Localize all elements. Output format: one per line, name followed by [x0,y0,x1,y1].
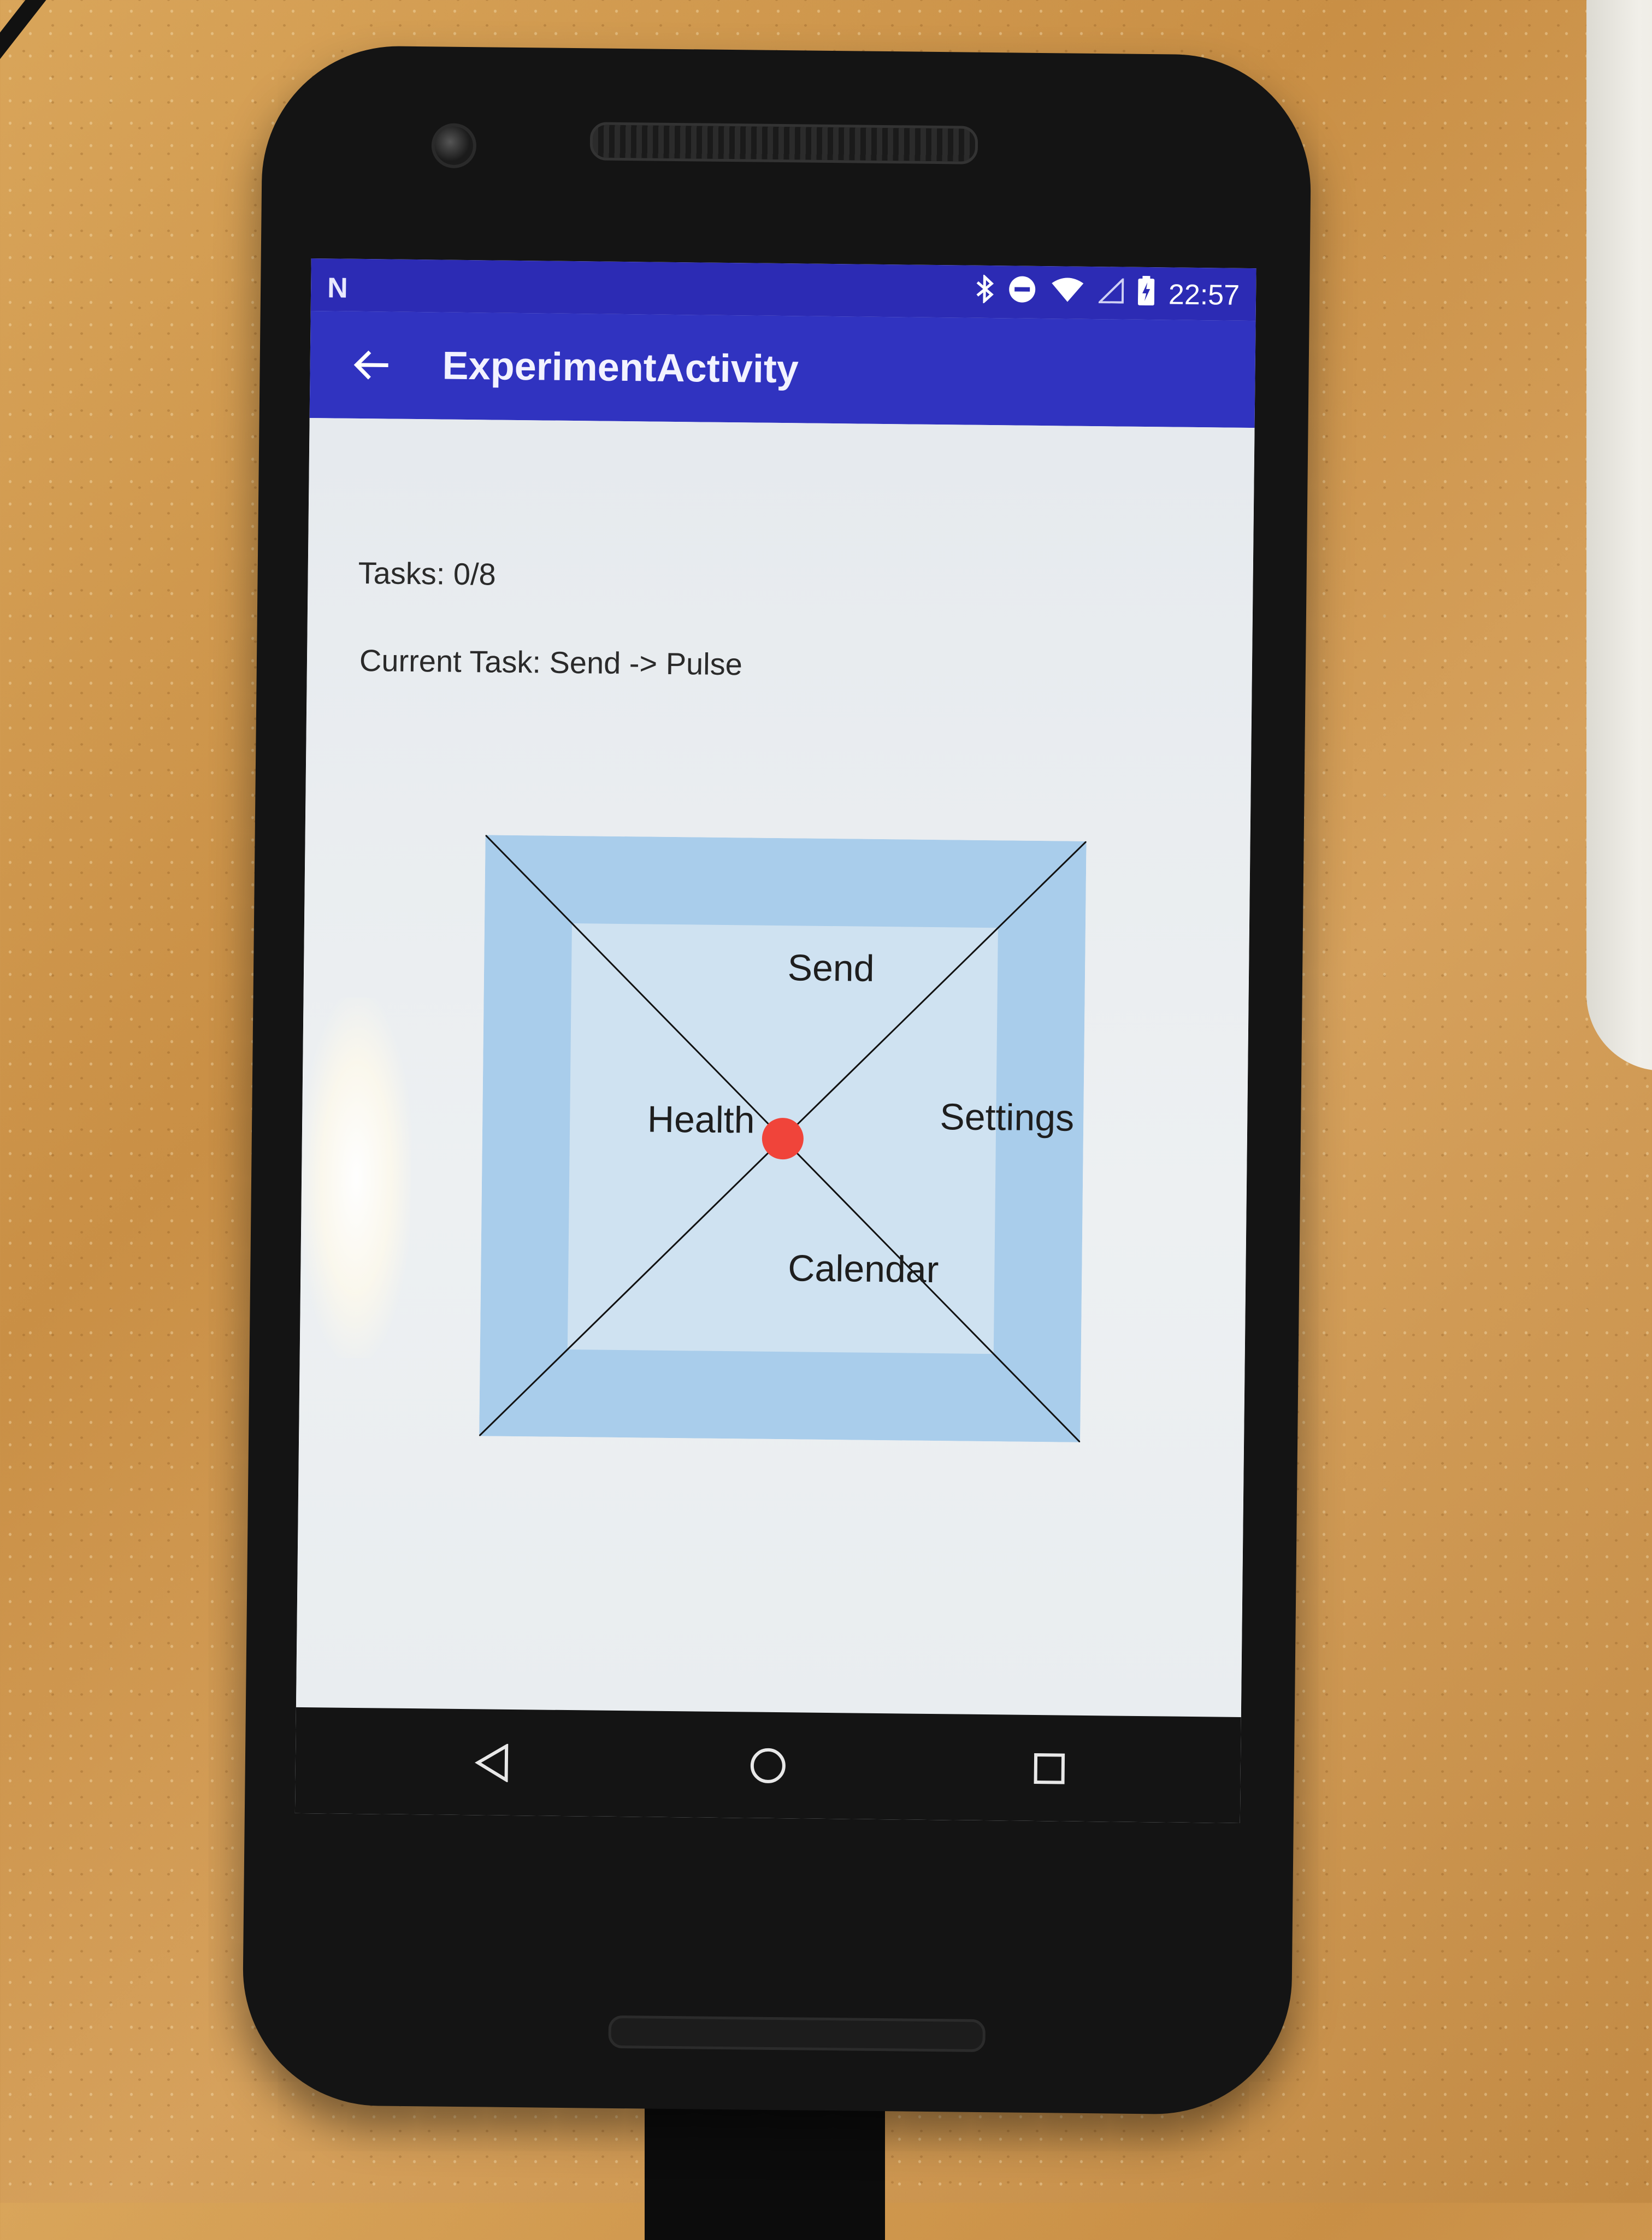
top-speaker-grille [589,122,978,164]
page-title: ExperimentActivity [442,344,799,392]
status-time: 22:57 [1168,278,1240,311]
arrow-left-icon[interactable] [338,332,404,398]
wifi-icon [1051,276,1085,310]
phone-screen: N 22:57 ExperimentActivity Tasks: 0/8 Cu… [294,258,1256,1823]
do-not-disturb-icon [1008,275,1037,311]
recents-square-icon[interactable] [1016,1736,1082,1802]
battery-charging-icon [1137,275,1155,313]
current-task-label: Current Task: Send -> Pulse [359,642,743,682]
screen-glare [299,997,413,1359]
status-icons: 22:57 [975,274,1240,314]
status-bar: N 22:57 [310,258,1256,321]
radial-item-send[interactable]: Send [787,947,875,989]
radial-item-calendar[interactable]: Calendar [788,1247,939,1290]
home-circle-icon[interactable] [735,1732,801,1799]
back-triangle-icon[interactable] [459,1730,525,1796]
radial-item-settings[interactable]: Settings [940,1096,1074,1139]
radial-item-health[interactable]: Health [647,1099,755,1141]
app-bar: ExperimentActivity [309,310,1256,428]
bottom-speaker-grille [608,2015,986,2053]
monitor-edge [1586,0,1652,1071]
radial-menu[interactable]: Send Health Settings Calendar [479,835,1087,1442]
bluetooth-icon [975,274,994,310]
n-notification-icon: N [327,272,348,304]
front-camera [431,123,477,169]
navigation-bar [294,1707,1241,1823]
tasks-progress-label: Tasks: 0/8 [358,555,497,592]
phone-device: N 22:57 ExperimentActivity Tasks: 0/8 Cu… [241,45,1312,2115]
cell-signal-icon [1096,276,1124,310]
experiment-content: Tasks: 0/8 Current Task: Send -> Pulse S… [296,417,1255,1717]
